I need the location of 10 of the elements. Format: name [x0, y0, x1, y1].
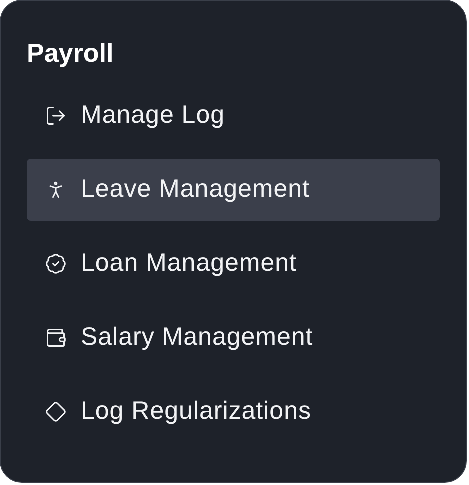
menu-item[interactable]: Salary Management: [27, 307, 440, 369]
badge-check-icon: [45, 253, 67, 275]
menu-item[interactable]: Loan Management: [27, 233, 440, 295]
menu-item[interactable]: Log Regularizations: [27, 381, 440, 443]
wallet-icon: [45, 327, 67, 349]
exit-door-icon: [45, 105, 67, 127]
menu-item[interactable]: Manage Log: [27, 85, 440, 147]
diamond-icon: [45, 401, 67, 423]
menu-title: Payroll: [27, 37, 115, 70]
menu-item[interactable]: Leave Management: [27, 159, 440, 221]
